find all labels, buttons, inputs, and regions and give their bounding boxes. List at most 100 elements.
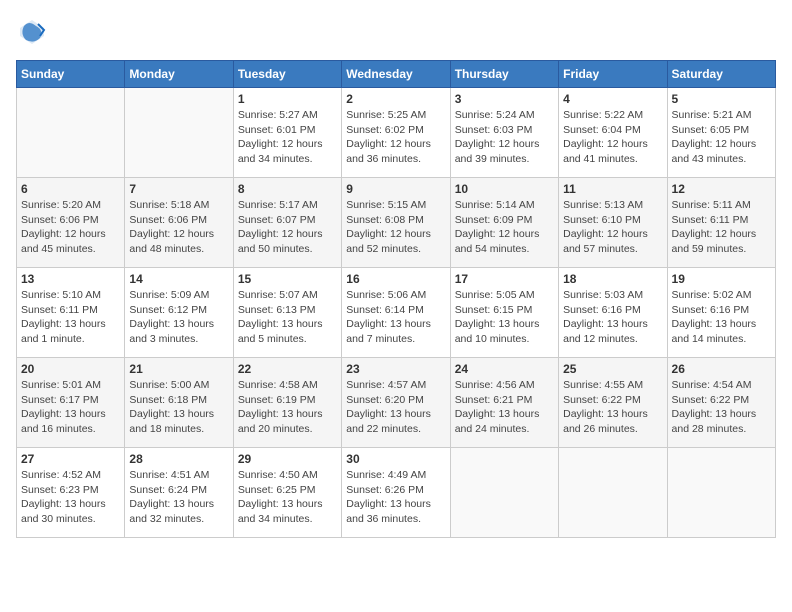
day-number: 29: [238, 452, 337, 466]
day-cell: 24 Sunrise: 4:56 AMSunset: 6:21 PMDayligh…: [450, 358, 558, 448]
day-info: Sunrise: 4:56 AMSunset: 6:21 PMDaylight:…: [455, 378, 554, 437]
day-info: Sunrise: 5:13 AMSunset: 6:10 PMDaylight:…: [563, 198, 662, 257]
day-info: Sunrise: 5:11 AMSunset: 6:11 PMDaylight:…: [672, 198, 771, 257]
day-number: 1: [238, 92, 337, 106]
day-number: 23: [346, 362, 445, 376]
day-number: 25: [563, 362, 662, 376]
day-cell: 17 Sunrise: 5:05 AMSunset: 6:15 PMDayligh…: [450, 268, 558, 358]
header: [16, 16, 776, 48]
day-number: 21: [129, 362, 228, 376]
day-number: 14: [129, 272, 228, 286]
day-info: Sunrise: 5:21 AMSunset: 6:05 PMDaylight:…: [672, 108, 771, 167]
logo: [16, 16, 52, 48]
day-info: Sunrise: 5:25 AMSunset: 6:02 PMDaylight:…: [346, 108, 445, 167]
day-number: 17: [455, 272, 554, 286]
day-number: 22: [238, 362, 337, 376]
day-cell: 14 Sunrise: 5:09 AMSunset: 6:12 PMDayligh…: [125, 268, 233, 358]
column-header-sunday: Sunday: [17, 61, 125, 88]
day-info: Sunrise: 5:07 AMSunset: 6:13 PMDaylight:…: [238, 288, 337, 347]
day-cell: 10 Sunrise: 5:14 AMSunset: 6:09 PMDayligh…: [450, 178, 558, 268]
day-cell: 9 Sunrise: 5:15 AMSunset: 6:08 PMDaylight…: [342, 178, 450, 268]
day-number: 5: [672, 92, 771, 106]
day-info: Sunrise: 5:20 AMSunset: 6:06 PMDaylight:…: [21, 198, 120, 257]
day-info: Sunrise: 5:10 AMSunset: 6:11 PMDaylight:…: [21, 288, 120, 347]
day-number: 18: [563, 272, 662, 286]
day-number: 4: [563, 92, 662, 106]
column-header-tuesday: Tuesday: [233, 61, 341, 88]
column-header-thursday: Thursday: [450, 61, 558, 88]
day-info: Sunrise: 5:15 AMSunset: 6:08 PMDaylight:…: [346, 198, 445, 257]
day-cell: [559, 448, 667, 538]
calendar-body: 1 Sunrise: 5:27 AMSunset: 6:01 PMDaylight…: [17, 88, 776, 538]
day-info: Sunrise: 4:51 AMSunset: 6:24 PMDaylight:…: [129, 468, 228, 527]
day-info: Sunrise: 5:03 AMSunset: 6:16 PMDaylight:…: [563, 288, 662, 347]
day-cell: 5 Sunrise: 5:21 AMSunset: 6:05 PMDaylight…: [667, 88, 775, 178]
day-info: Sunrise: 5:17 AMSunset: 6:07 PMDaylight:…: [238, 198, 337, 257]
day-number: 15: [238, 272, 337, 286]
day-number: 24: [455, 362, 554, 376]
day-info: Sunrise: 5:14 AMSunset: 6:09 PMDaylight:…: [455, 198, 554, 257]
day-cell: 19Sunrise: 5:02 AMSunset: 6:16 PMDayligh…: [667, 268, 775, 358]
day-number: 2: [346, 92, 445, 106]
day-cell: 28 Sunrise: 4:51 AMSunset: 6:24 PMDayligh…: [125, 448, 233, 538]
day-info: Sunrise: 4:58 AMSunset: 6:19 PMDaylight:…: [238, 378, 337, 437]
day-info: Sunrise: 5:01 AMSunset: 6:17 PMDaylight:…: [21, 378, 120, 437]
day-cell: 6 Sunrise: 5:20 AMSunset: 6:06 PMDaylight…: [17, 178, 125, 268]
day-cell: 22 Sunrise: 4:58 AMSunset: 6:19 PMDayligh…: [233, 358, 341, 448]
day-info: Sunrise: 4:57 AMSunset: 6:20 PMDaylight:…: [346, 378, 445, 437]
day-number: 7: [129, 182, 228, 196]
day-cell: [125, 88, 233, 178]
day-cell: 16 Sunrise: 5:06 AMSunset: 6:14 PMDayligh…: [342, 268, 450, 358]
day-number: 27: [21, 452, 120, 466]
day-info: Sunrise: 4:50 AMSunset: 6:25 PMDaylight:…: [238, 468, 337, 527]
day-number: 28: [129, 452, 228, 466]
day-info: Sunrise: 5:06 AMSunset: 6:14 PMDaylight:…: [346, 288, 445, 347]
day-number: 20: [21, 362, 120, 376]
week-row-2: 6 Sunrise: 5:20 AMSunset: 6:06 PMDaylight…: [17, 178, 776, 268]
day-cell: 11 Sunrise: 5:13 AMSunset: 6:10 PMDayligh…: [559, 178, 667, 268]
day-number: 6: [21, 182, 120, 196]
day-number: 19: [672, 272, 771, 286]
day-cell: 15 Sunrise: 5:07 AMSunset: 6:13 PMDayligh…: [233, 268, 341, 358]
day-cell: 12 Sunrise: 5:11 AMSunset: 6:11 PMDayligh…: [667, 178, 775, 268]
day-cell: 13Sunrise: 5:10 AMSunset: 6:11 PMDayligh…: [17, 268, 125, 358]
column-header-wednesday: Wednesday: [342, 61, 450, 88]
day-cell: 2 Sunrise: 5:25 AMSunset: 6:02 PMDaylight…: [342, 88, 450, 178]
day-info: Sunrise: 5:09 AMSunset: 6:12 PMDaylight:…: [129, 288, 228, 347]
day-cell: 7Sunrise: 5:18 AMSunset: 6:06 PMDaylight…: [125, 178, 233, 268]
day-number: 12: [672, 182, 771, 196]
day-number: 9: [346, 182, 445, 196]
calendar-header: SundayMondayTuesdayWednesdayThursdayFrid…: [17, 61, 776, 88]
day-cell: 8Sunrise: 5:17 AMSunset: 6:07 PMDaylight…: [233, 178, 341, 268]
day-number: 26: [672, 362, 771, 376]
day-cell: [17, 88, 125, 178]
day-number: 30: [346, 452, 445, 466]
day-info: Sunrise: 5:05 AMSunset: 6:15 PMDaylight:…: [455, 288, 554, 347]
day-cell: 23 Sunrise: 4:57 AMSunset: 6:20 PMDayligh…: [342, 358, 450, 448]
week-row-5: 27 Sunrise: 4:52 AMSunset: 6:23 PMDayligh…: [17, 448, 776, 538]
day-number: 16: [346, 272, 445, 286]
day-info: Sunrise: 4:54 AMSunset: 6:22 PMDaylight:…: [672, 378, 771, 437]
day-number: 11: [563, 182, 662, 196]
day-info: Sunrise: 5:22 AMSunset: 6:04 PMDaylight:…: [563, 108, 662, 167]
week-row-4: 20 Sunrise: 5:01 AMSunset: 6:17 PMDayligh…: [17, 358, 776, 448]
day-info: Sunrise: 4:52 AMSunset: 6:23 PMDaylight:…: [21, 468, 120, 527]
day-cell: 26 Sunrise: 4:54 AMSunset: 6:22 PMDayligh…: [667, 358, 775, 448]
day-cell: 4 Sunrise: 5:22 AMSunset: 6:04 PMDaylight…: [559, 88, 667, 178]
day-info: Sunrise: 4:49 AMSunset: 6:26 PMDaylight:…: [346, 468, 445, 527]
day-info: Sunrise: 5:27 AMSunset: 6:01 PMDaylight:…: [238, 108, 337, 167]
day-number: 10: [455, 182, 554, 196]
logo-icon: [16, 16, 48, 48]
column-header-saturday: Saturday: [667, 61, 775, 88]
day-cell: 25Sunrise: 4:55 AMSunset: 6:22 PMDayligh…: [559, 358, 667, 448]
day-number: 3: [455, 92, 554, 106]
column-header-monday: Monday: [125, 61, 233, 88]
calendar: SundayMondayTuesdayWednesdayThursdayFrid…: [16, 60, 776, 538]
day-info: Sunrise: 5:24 AMSunset: 6:03 PMDaylight:…: [455, 108, 554, 167]
week-row-1: 1 Sunrise: 5:27 AMSunset: 6:01 PMDaylight…: [17, 88, 776, 178]
day-cell: 21Sunrise: 5:00 AMSunset: 6:18 PMDayligh…: [125, 358, 233, 448]
week-row-3: 13Sunrise: 5:10 AMSunset: 6:11 PMDayligh…: [17, 268, 776, 358]
day-cell: 3 Sunrise: 5:24 AMSunset: 6:03 PMDaylight…: [450, 88, 558, 178]
day-cell: 18 Sunrise: 5:03 AMSunset: 6:16 PMDayligh…: [559, 268, 667, 358]
day-cell: 20 Sunrise: 5:01 AMSunset: 6:17 PMDayligh…: [17, 358, 125, 448]
